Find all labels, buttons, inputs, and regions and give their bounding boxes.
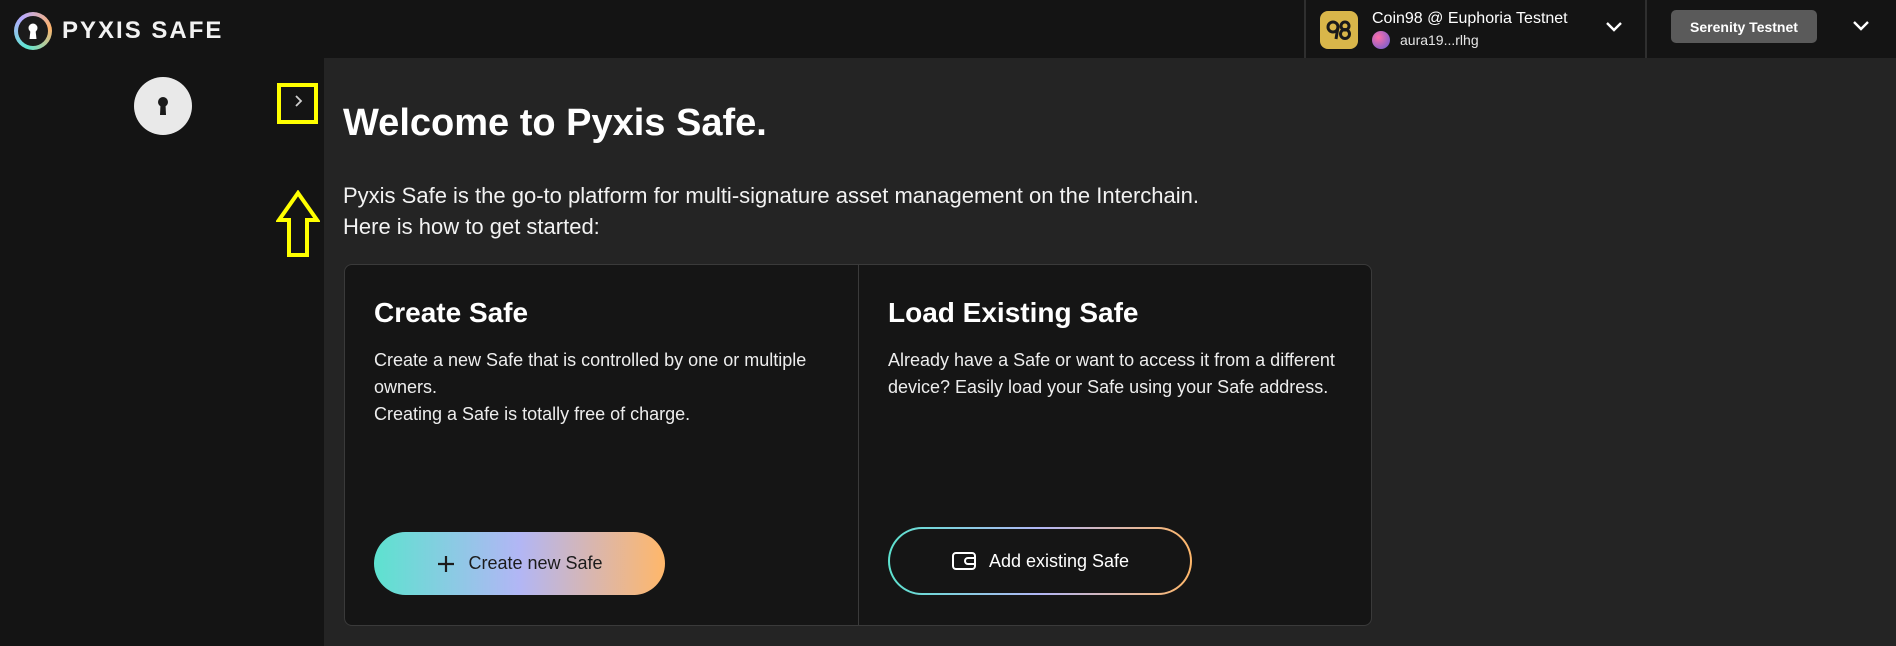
chevron-down-icon[interactable] bbox=[1851, 19, 1871, 38]
chevron-down-icon[interactable] bbox=[1604, 20, 1624, 39]
button-label: Add existing Safe bbox=[988, 550, 1130, 571]
create-new-safe-button[interactable]: Create new Safe bbox=[374, 532, 665, 595]
logo-text: PYXIS SAFE bbox=[62, 17, 224, 44]
network-selector-button[interactable]: Serenity Testnet bbox=[1671, 10, 1817, 43]
add-existing-safe-button[interactable]: Add existing Safe bbox=[888, 527, 1192, 595]
card-title: Create Safe bbox=[374, 297, 529, 328]
plus-icon bbox=[436, 554, 456, 574]
intro-line: Here is how to get started: bbox=[343, 214, 600, 239]
card-description-line: Create a new Safe that is controlled by … bbox=[374, 350, 807, 397]
card-title: Load Existing Safe bbox=[888, 297, 1139, 328]
card-description-line: Creating a Safe is totally free of charg… bbox=[374, 404, 691, 424]
wallet-selector[interactable]: Coin98 @ Euphoria Testnet aura19...rlhg bbox=[1320, 10, 1568, 49]
button-label: Create new Safe bbox=[468, 553, 603, 573]
wallet-avatar bbox=[1372, 31, 1390, 49]
create-safe-card: Create Safe Create a new Safe that is co… bbox=[345, 265, 858, 625]
wallet-name: Coin98 @ Euphoria Testnet bbox=[1372, 10, 1568, 27]
card-description: Create a new Safe that is controlled by … bbox=[374, 347, 829, 428]
page-title: Welcome to Pyxis Safe. bbox=[343, 102, 767, 144]
top-bar: PYXIS SAFE Coin98 @ Euphoria Testnet aur… bbox=[0, 0, 1896, 58]
up-arrow-icon bbox=[275, 189, 321, 263]
sidebar-expand-button[interactable] bbox=[277, 83, 318, 124]
pyxis-logo-icon bbox=[14, 12, 52, 50]
chevron-right-icon bbox=[292, 94, 304, 113]
card-description: Already have a Safe or want to access it… bbox=[888, 350, 1335, 397]
keyhole-icon[interactable] bbox=[134, 77, 192, 135]
header-divider bbox=[1304, 0, 1306, 58]
wallet-icon bbox=[951, 550, 977, 572]
load-existing-safe-card: Load Existing Safe Already have a Safe o… bbox=[858, 265, 1371, 625]
pyxis-logo[interactable]: PYXIS SAFE bbox=[14, 12, 223, 50]
intro-line: Pyxis Safe is the go-to platform for mul… bbox=[343, 183, 1199, 208]
sidebar bbox=[0, 58, 324, 646]
header-divider bbox=[1645, 0, 1647, 58]
wallet-address: aura19...rlhg bbox=[1400, 32, 1479, 48]
safe-options-panel: Create Safe Create a new Safe that is co… bbox=[344, 264, 1372, 626]
coin98-logo-icon bbox=[1320, 10, 1358, 49]
intro-text: Pyxis Safe is the go-to platform for mul… bbox=[343, 180, 1343, 242]
